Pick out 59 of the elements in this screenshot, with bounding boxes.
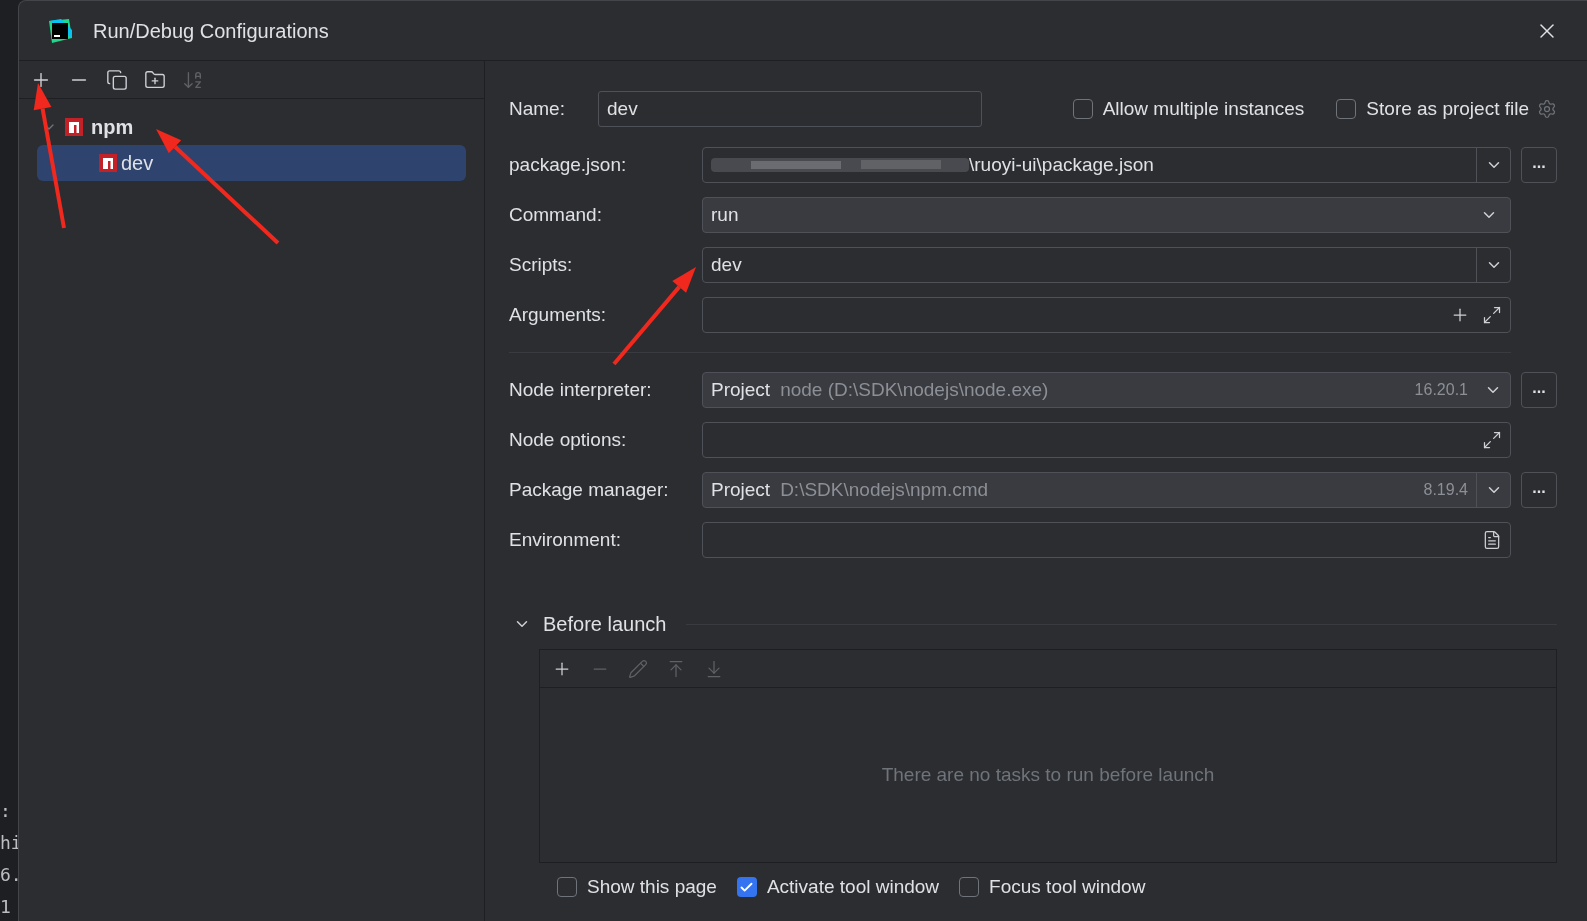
- tree-label: dev: [121, 151, 154, 176]
- section-title[interactable]: Before launch: [543, 609, 667, 639]
- checkbox-label: Allow multiple instances: [1102, 96, 1305, 121]
- checkbox-label: Focus tool window: [989, 875, 1146, 899]
- tree-item[interactable]: npm: [37, 109, 466, 145]
- select-field[interactable]: run: [702, 197, 1511, 233]
- checkbox-label: Activate tool window: [766, 875, 940, 899]
- background-text: 1: [0, 896, 12, 918]
- field-label: package.json:: [509, 152, 628, 177]
- field-value: dev: [711, 252, 742, 277]
- environment-field[interactable]: [702, 522, 1511, 558]
- checkbox-label: Store as project file: [1366, 96, 1529, 121]
- field-label: Arguments:: [509, 302, 608, 327]
- field-value: dev: [607, 96, 638, 121]
- field-value: \ruoyi-ui\package.json: [969, 152, 1154, 177]
- options-field[interactable]: [702, 422, 1511, 458]
- arguments-field[interactable]: [702, 297, 1511, 333]
- empty-message: There are no tasks to run before launch: [881, 762, 1215, 787]
- field-label: Name:: [509, 96, 566, 121]
- expand-icon[interactable]: [1482, 305, 1502, 325]
- field-value: D:\SDK\nodejs\npm.cmd: [780, 477, 990, 502]
- combo-field[interactable]: dev: [702, 247, 1511, 283]
- field-prefix: Project: [711, 477, 771, 502]
- background-text: hi: [0, 832, 18, 854]
- field-label: Command:: [509, 202, 603, 227]
- interpreter-field[interactable]: Project node (D:\SDK\nodejs\node.exe) 16.20.1: [702, 372, 1511, 408]
- checkbox[interactable]: [959, 877, 980, 898]
- checkbox[interactable]: [557, 877, 577, 898]
- checkbox[interactable]: [736, 877, 757, 898]
- field-prefix: Project: [711, 377, 771, 402]
- field-label: Environment:: [509, 527, 622, 552]
- window-title: Run/Debug Configurations: [93, 18, 329, 44]
- browse-button[interactable]: ...: [1521, 472, 1557, 508]
- expand-icon[interactable]: [1482, 430, 1502, 450]
- checkbox[interactable]: [1336, 99, 1357, 119]
- tree-label: npm: [91, 115, 134, 140]
- field-value: run: [711, 202, 740, 227]
- version-text: 16.20.1: [1414, 380, 1468, 400]
- combo-field[interactable]: \ruoyi-ui\package.json: [702, 147, 1511, 183]
- tree-item[interactable]: dev: [37, 145, 466, 181]
- version-text: 8.19.4: [1423, 480, 1468, 500]
- field-label: Package manager:: [509, 477, 670, 502]
- checkbox-label: Show this page: [587, 875, 717, 899]
- background-text: 6.: [0, 864, 18, 886]
- interpreter-field[interactable]: Project D:\SDK\nodejs\npm.cmd 8.19.4: [702, 472, 1511, 508]
- npm-icon: [65, 118, 83, 136]
- background-text: :: [0, 800, 12, 822]
- browse-button[interactable]: ...: [1521, 372, 1557, 408]
- field-label: Node interpreter:: [509, 377, 653, 402]
- app-logo-icon: [47, 17, 73, 44]
- checkbox[interactable]: [1072, 99, 1093, 119]
- field-label: Node options:: [509, 427, 628, 452]
- field-value: node (D:\SDK\nodejs\node.exe): [780, 377, 1050, 402]
- document-icon[interactable]: [1482, 530, 1502, 550]
- settings-icon[interactable]: [1537, 99, 1557, 119]
- npm-icon: [99, 154, 117, 172]
- browse-button[interactable]: ...: [1521, 147, 1557, 183]
- field-label: Scripts:: [509, 252, 574, 277]
- name-field[interactable]: dev: [598, 91, 982, 127]
